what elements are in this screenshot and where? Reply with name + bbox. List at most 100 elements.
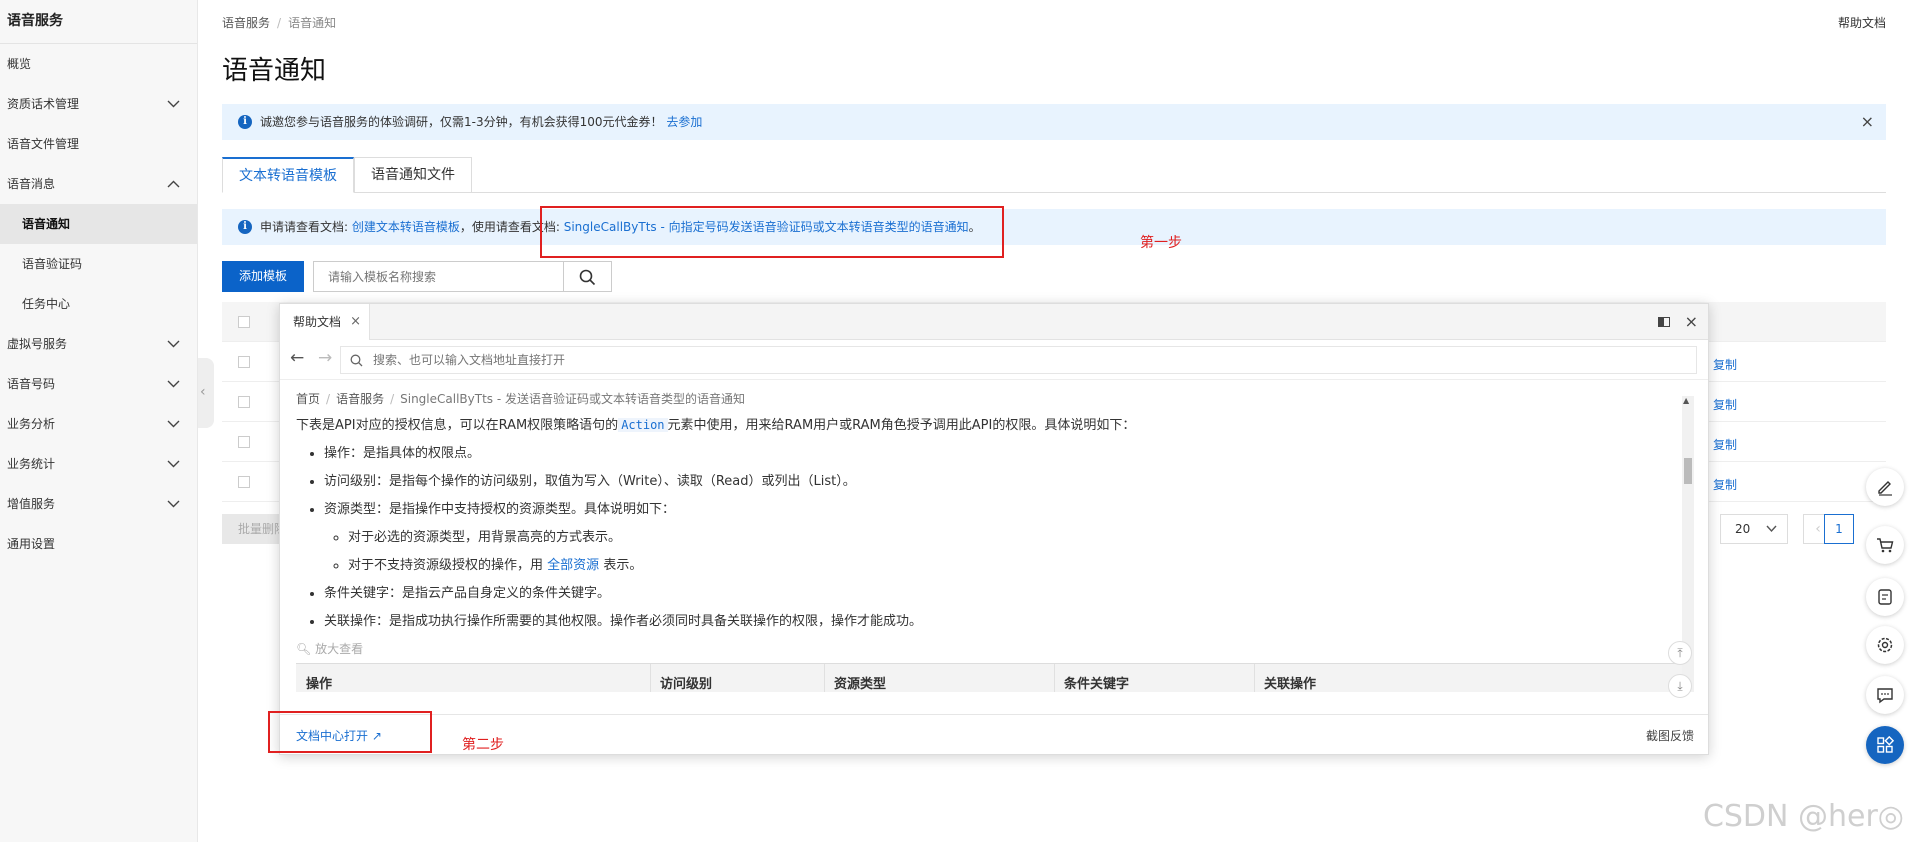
doc-table-col-action: 操作 <box>306 677 333 692</box>
page-number-button[interactable]: 1 <box>1824 514 1854 544</box>
chevron-down-icon <box>167 404 181 444</box>
doc-intro-text: 下表是API对应的授权信息，可以在RAM权限策略语句的 <box>296 418 619 433</box>
doc-crumb-product[interactable]: 语音服务 <box>336 392 384 406</box>
sidebar-item-10[interactable]: 业务统计 <box>0 444 197 484</box>
breadcrumb-current: 语音通知 <box>288 16 337 30</box>
sidebar-item-5[interactable]: 语音验证码 <box>0 244 197 284</box>
copy-link[interactable]: 复制 <box>1713 436 1737 453</box>
ticket-float-button[interactable] <box>1866 578 1904 616</box>
sidebar-item-2[interactable]: 语音文件管理 <box>0 124 197 164</box>
sidebar: 语音服务 概览资质话术管理语音文件管理 语音消息 语音通知语音验证码任务中心 虚拟号服… <box>0 0 198 842</box>
info-icon: i <box>238 220 252 234</box>
doc-content: 首页 / 语音服务 / SingleCallByTts - 发送语音验证码或文本转语音类… <box>296 390 1682 692</box>
row-checkbox[interactable] <box>238 436 250 448</box>
doc-breadcrumb: 首页 / 语音服务 / SingleCallByTts - 发送语音验证码或文本转语音类… <box>296 390 1682 407</box>
arrow-left-icon[interactable]: ← <box>290 348 304 368</box>
zoom-view-button[interactable]: 🔍︎ 放大查看 <box>296 640 1682 657</box>
sidebar-item-9[interactable]: 业务分析 <box>0 404 197 444</box>
chevron-down-icon <box>167 484 181 524</box>
copy-link[interactable]: 复制 <box>1713 396 1737 413</box>
all-resources-link[interactable]: 全部资源 <box>547 558 599 573</box>
template-search-input[interactable] <box>313 261 563 292</box>
sidebar-item-11[interactable]: 增值服务 <box>0 484 197 524</box>
page-size-select[interactable]: 20 <box>1720 514 1788 544</box>
scrollbar-thumb[interactable] <box>1684 458 1692 484</box>
select-all-checkbox[interactable] <box>238 316 250 328</box>
sidebar-item-label: 资质话术管理 <box>7 97 80 111</box>
help-docs-link[interactable]: 帮助文档 <box>1838 14 1886 31</box>
doc-table-col-related: 关联操作 <box>1264 677 1317 692</box>
doc-crumb-home[interactable]: 首页 <box>296 392 320 406</box>
row-checkbox[interactable] <box>238 476 250 488</box>
sidebar-item-7[interactable]: 虚拟号服务 <box>0 324 197 364</box>
apps-float-button[interactable] <box>1866 726 1904 764</box>
search-button[interactable] <box>563 261 612 292</box>
column-divider <box>650 664 651 692</box>
column-divider <box>1054 664 1055 692</box>
sidebar-item-12[interactable]: 通用设置 <box>0 524 197 564</box>
search-icon <box>350 354 363 367</box>
tab-bar: 文本转语音模板 语音通知文件 <box>222 157 1886 193</box>
chevron-down-icon <box>167 444 181 484</box>
row-checkbox[interactable] <box>238 396 250 408</box>
doc-table-header: 操作 访问级别 资源类型 条件关键字 关联操作 <box>296 663 1682 692</box>
doc-search-input[interactable] <box>340 346 1697 374</box>
scroll-up-arrow-icon[interactable]: ▲ <box>1683 396 1689 405</box>
copy-link[interactable]: 复制 <box>1713 476 1737 493</box>
tab-voice-file[interactable]: 语音通知文件 <box>354 157 472 193</box>
sidebar-item-label: 通用设置 <box>7 537 56 551</box>
doc-crumb-separator: / <box>326 392 331 406</box>
notice-join-link[interactable]: 去参加 <box>666 115 702 129</box>
column-divider <box>824 664 825 692</box>
add-template-button[interactable]: 添加模板 <box>222 261 304 292</box>
annotation-box-step2 <box>268 711 432 753</box>
doc-table-col-resource: 资源类型 <box>834 677 887 692</box>
zoom-label: 放大查看 <box>315 642 364 656</box>
column-divider <box>1254 664 1255 692</box>
edit-float-button[interactable] <box>1866 468 1904 506</box>
doc-crumb-current: SingleCallByTts - 发送语音验证码或文本转语音类型的语音通知 <box>400 392 745 406</box>
doc-sub-list: 对于必选的资源类型，用背景高亮的方式表示。 对于不支持资源级授权的操作，用 全部… <box>324 528 1682 576</box>
arrow-right-icon[interactable]: → <box>318 348 332 368</box>
scroll-to-top-button[interactable]: ⤒ <box>1668 641 1692 665</box>
sidebar-item-1[interactable]: 资质话术管理 <box>0 84 197 124</box>
tab-tts-template[interactable]: 文本转语音模板 <box>222 157 354 193</box>
doc-table-col-condition: 条件关键字 <box>1064 677 1130 692</box>
sidebar-item-8[interactable]: 语音号码 <box>0 364 197 404</box>
chevron-down-icon <box>167 84 181 124</box>
split-view-icon[interactable] <box>1658 317 1670 327</box>
breadcrumb-root[interactable]: 语音服务 <box>222 16 270 30</box>
close-icon[interactable]: × <box>1861 104 1874 140</box>
breadcrumb-separator: / <box>277 16 282 30</box>
list-item: 对于不支持资源级授权的操作，用 全部资源 表示。 <box>348 556 1682 576</box>
screenshot-feedback-button[interactable]: 截图反馈 <box>1646 727 1694 744</box>
annotation-step1: 第一步 <box>1140 235 1182 251</box>
tip-create-template-link[interactable]: 创建文本转语音模板 <box>352 220 460 234</box>
sidebar-item-4[interactable]: 语音通知 <box>0 204 197 244</box>
list-item-text: 表示。 <box>603 558 643 573</box>
sidebar-item-label: 语音验证码 <box>22 257 83 271</box>
chevron-down-icon <box>167 324 181 364</box>
doc-intro: 下表是API对应的授权信息，可以在RAM权限策略语句的 Action 元素中使用，用… <box>296 415 1682 436</box>
ticket-icon <box>1878 589 1892 605</box>
sidebar-item-3[interactable]: 语音消息 <box>0 164 197 204</box>
list-item: 关联操作：是指成功执行操作所需要的其他权限。操作者必须同时具备关联操作的权限，操… <box>324 612 1682 632</box>
chat-float-button[interactable] <box>1866 676 1904 714</box>
watermark: CSDN @her◎ <box>1702 799 1904 834</box>
notice-text: 诚邀您参与语音服务的体验调研，仅需1-3分钟，有机会获得100元代金券！ <box>260 115 663 129</box>
settings-float-button[interactable] <box>1866 626 1904 664</box>
close-icon[interactable]: × <box>1685 312 1698 331</box>
row-checkbox[interactable] <box>238 356 250 368</box>
chevron-up-icon <box>167 164 181 204</box>
cart-float-button[interactable] <box>1866 526 1904 564</box>
tab-close-icon[interactable]: × <box>350 304 361 340</box>
sidebar-item-6[interactable]: 任务中心 <box>0 284 197 324</box>
panel-tab-help[interactable]: 帮助文档 × <box>280 304 370 340</box>
apps-icon <box>1877 736 1894 753</box>
list-item-text: 对于不支持资源级授权的操作，用 <box>348 558 544 573</box>
scroll-to-bottom-button[interactable]: ⤓ <box>1668 674 1692 698</box>
sidebar-title: 语音服务 <box>0 0 197 44</box>
sidebar-item-0[interactable]: 概览 <box>0 44 197 84</box>
copy-link[interactable]: 复制 <box>1713 356 1737 373</box>
sidebar-collapse-handle[interactable]: ‹ <box>198 358 214 428</box>
